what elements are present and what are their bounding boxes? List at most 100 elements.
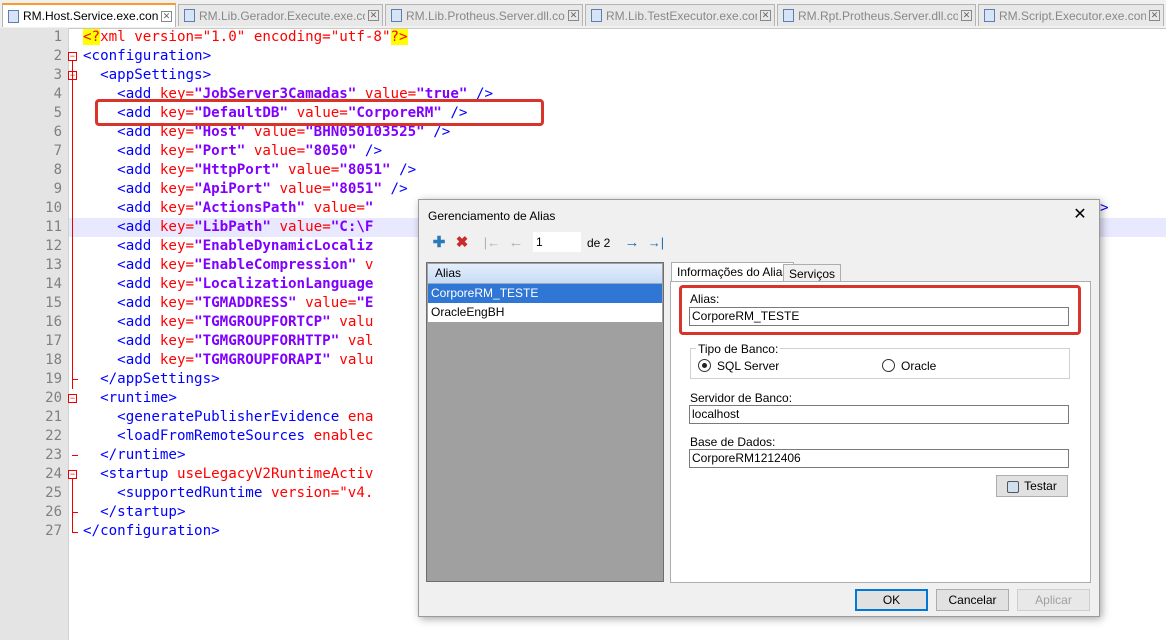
line-number: 22: [45, 428, 62, 444]
code-line-18: <add key="TGMGROUPFORAPI" valu: [117, 352, 374, 368]
line-number: 4: [53, 86, 62, 102]
cancel-button[interactable]: Cancelar: [936, 589, 1009, 611]
file-icon: [391, 9, 402, 22]
fold-end-marker: [72, 512, 78, 513]
test-connection-button[interactable]: Testar: [996, 475, 1068, 497]
line-number: 13: [45, 257, 62, 273]
line-number: 6: [53, 124, 62, 140]
line-number: 11: [45, 219, 62, 235]
database-server-label: Servidor de Banco:: [690, 391, 793, 405]
last-record-icon[interactable]: →|: [647, 232, 665, 254]
oracle-radio[interactable]: [882, 359, 895, 372]
fold-end-marker: [72, 379, 78, 380]
file-icon: [8, 9, 19, 23]
code-line-25: <supportedRuntime version="v4.: [117, 485, 374, 501]
tab-informacoes-alias[interactable]: Informações do Alias: [671, 262, 795, 283]
dialog-title: Gerenciamento de Alias: [428, 209, 556, 223]
code-line-11: <add key="LibPath" value="C:\F: [117, 219, 374, 235]
alias-list-header[interactable]: Alias: [428, 264, 662, 284]
close-tab-icon[interactable]: ✕: [161, 10, 172, 22]
tab-rm-script-executor[interactable]: RM.Script.Executor.exe.config ✕: [978, 4, 1164, 26]
file-icon: [783, 9, 794, 22]
line-number: 24: [45, 466, 62, 482]
fold-guide: [72, 61, 73, 389]
close-tab-icon[interactable]: ✕: [568, 10, 579, 21]
database-icon: [1007, 480, 1020, 493]
line-number: 1: [53, 29, 62, 45]
annotation-highlight-box: [679, 285, 1081, 335]
code-line-10: <add key="ActionsPath" value=": [117, 200, 374, 216]
radio-dot: [702, 363, 707, 368]
line-number: 25: [45, 485, 62, 501]
annotation-highlight-box: [95, 99, 544, 126]
line-number: 8: [53, 162, 62, 178]
close-tab-icon[interactable]: ✕: [760, 10, 771, 21]
tab-rm-lib-gerador[interactable]: RM.Lib.Gerador.Execute.exe.config ✕: [178, 4, 383, 26]
line-number: 19: [45, 371, 62, 387]
line-number: 15: [45, 295, 62, 311]
line-number-gutter: 1 2 3 4 5 6 7 8 9 10 11 12 13 14 15 16 1…: [0, 28, 69, 640]
database-server-input[interactable]: localhost: [689, 405, 1069, 424]
line-number: 2: [53, 48, 62, 64]
list-item[interactable]: CorporeRM_TESTE: [428, 284, 662, 303]
line-number: 20: [45, 390, 62, 406]
database-name-input[interactable]: CorporeRM1212406: [689, 449, 1069, 468]
tab-rm-lib-testexecutor[interactable]: RM.Lib.TestExecutor.exe.config ✕: [585, 4, 775, 26]
ok-button[interactable]: OK: [855, 589, 928, 611]
tab-rm-lib-protheus[interactable]: RM.Lib.Protheus.Server.dll.config ✕: [385, 4, 583, 26]
record-position-input[interactable]: [533, 232, 581, 252]
code-line-23: </runtime>: [100, 447, 186, 463]
alias-management-dialog: Gerenciamento de Alias ✕ ✚ ✖ |← ← → →| d…: [418, 199, 1100, 617]
fold-toggle-icon[interactable]: −: [68, 52, 77, 61]
line-number: 7: [53, 143, 62, 159]
line-number: 16: [45, 314, 62, 330]
fold-toggle-icon[interactable]: −: [68, 394, 77, 403]
file-tab-bar: RM.Host.Service.exe.config ✕ RM.Lib.Gera…: [0, 0, 1166, 29]
code-line-2: <configuration>: [83, 48, 212, 64]
line-number: 27: [45, 523, 62, 539]
code-line-12: <add key="EnableDynamicLocaliz: [117, 238, 374, 254]
code-line-26: </startup>: [100, 504, 186, 520]
next-record-icon[interactable]: →: [623, 232, 641, 254]
dialog-toolbar: ✚ ✖ |← ← → →|: [425, 232, 1085, 254]
code-line-17: <add key="TGMGROUPFORHTTP" val: [117, 333, 374, 349]
code-line-14: <add key="LocalizationLanguage: [117, 276, 374, 292]
tab-label: RM.Lib.Gerador.Execute.exe.config: [199, 8, 365, 23]
code-line-10-tail: >: [1100, 200, 1109, 216]
close-tab-icon[interactable]: ✕: [1149, 10, 1160, 21]
line-number: 10: [45, 200, 62, 216]
previous-record-icon[interactable]: ←: [507, 232, 525, 254]
close-icon[interactable]: ✕: [1068, 204, 1092, 226]
line-number: 12: [45, 238, 62, 254]
code-line-20: <runtime>: [100, 390, 177, 406]
sql-server-radio[interactable]: [698, 359, 711, 372]
line-number: 14: [45, 276, 62, 292]
file-icon: [184, 9, 195, 22]
alias-list: Alias CorporeRM_TESTE OracleEngBH: [426, 262, 664, 582]
line-number: 9: [53, 181, 62, 197]
fold-end-marker: [72, 455, 78, 456]
tab-rm-host-service[interactable]: RM.Host.Service.exe.config ✕: [2, 3, 176, 27]
test-button-label: Testar: [1024, 479, 1057, 493]
code-line-15: <add key="TGMADDRESS" value="E: [117, 295, 374, 311]
tab-rm-rpt-protheus[interactable]: RM.Rpt.Protheus.Server.dll.config ✕: [777, 4, 976, 26]
sql-server-label[interactable]: SQL Server: [717, 359, 779, 373]
close-tab-icon[interactable]: ✕: [961, 10, 972, 21]
code-line-1: <?xml version="1.0" encoding="utf-8"?>: [83, 29, 408, 45]
file-icon: [984, 9, 995, 22]
fold-end-marker: [72, 532, 78, 533]
code-line-7: <add key="Port" value="8050" />: [117, 143, 382, 159]
delete-icon[interactable]: ✖: [453, 232, 471, 254]
list-item[interactable]: OracleEngBH: [428, 303, 662, 322]
fold-toggle-icon[interactable]: −: [68, 470, 77, 479]
tab-label: RM.Rpt.Protheus.Server.dll.config: [798, 8, 958, 23]
close-tab-icon[interactable]: ✕: [368, 10, 379, 21]
oracle-label[interactable]: Oracle: [901, 359, 936, 373]
line-number: 23: [45, 447, 62, 463]
add-icon[interactable]: ✚: [430, 232, 448, 254]
line-number: 17: [45, 333, 62, 349]
database-name-label: Base de Dados:: [690, 435, 776, 449]
apply-button[interactable]: Aplicar: [1017, 589, 1090, 611]
first-record-icon[interactable]: |←: [483, 232, 501, 254]
code-line-3: <appSettings>: [100, 67, 212, 83]
